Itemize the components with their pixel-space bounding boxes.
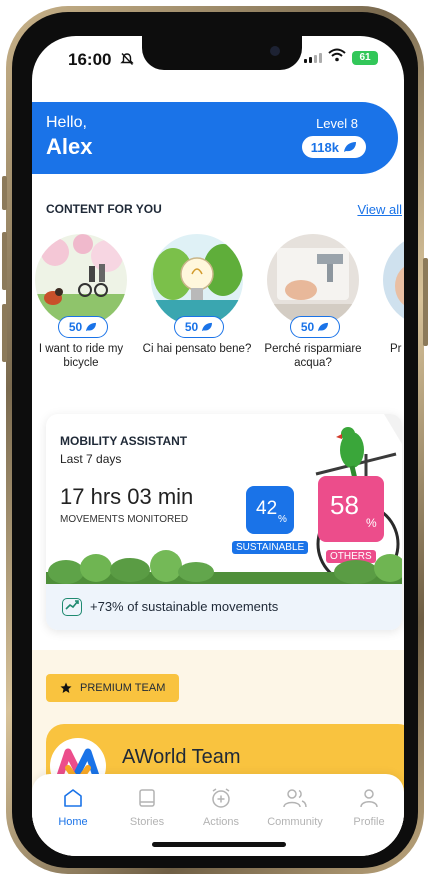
home-icon [36,784,110,812]
view-all-link[interactable]: View all [357,202,402,217]
tab-profile-label: Profile [353,816,385,828]
mobility-period: Last 7 days [60,452,122,466]
tab-stories[interactable]: Stories [110,784,184,828]
content-points-badge: 50 [290,316,340,338]
leaf-icon [344,142,356,152]
content-points-badge: 50 [58,316,108,338]
lightbulb-illustration [151,234,243,326]
trend-up-icon [62,598,82,616]
wifi-icon [328,48,346,67]
points-value: 118k [310,139,339,155]
trend-text: +73% of sustainable movements [90,599,279,614]
tab-stories-label: Stories [129,816,165,828]
side-button-volume-down [2,304,7,362]
content-title: Perché risparmiare acqua? [264,343,362,369]
star-icon [60,682,72,693]
bicycle-illustration [35,234,127,326]
tab-actions-label: Actions [202,816,240,828]
water-tap-illustration [267,234,359,326]
users-icon [258,784,332,812]
mobility-monitored-label: MOVEMENTS MONITORED [60,514,189,525]
signal-icon [304,53,322,63]
greeting-hello: Hello, [46,114,87,131]
user-name: Alex [46,134,93,159]
sustainable-percent-sign: % [278,514,287,525]
content-title: I want to ride my bicycle [38,343,124,369]
premium-team-badge: PREMIUM TEAM [46,674,180,702]
tab-community-label: Community [267,816,323,828]
mobility-trend-bar: +73% of sustainable movements [46,584,402,630]
others-value: 58 [330,490,359,520]
tab-community[interactable]: Community [258,784,332,828]
tab-profile[interactable]: Profile [332,784,404,828]
status-bar: 16:00 61 [32,36,404,94]
content-section-title: CONTENT FOR YOU [46,202,162,216]
mobility-title: MOBILITY ASSISTANT [60,434,188,448]
content-carousel[interactable]: 50 I want to ride my bicycle 50 Ci hai p… [32,234,404,384]
mobility-assistant-card[interactable]: MOBILITY ASSISTANT Last 7 days 17 hrs 03… [46,414,402,630]
others-percent-sign: % [366,516,377,530]
tree-line-illustration [46,550,402,584]
premium-team-label: PREMIUM TEAM [80,682,166,694]
notch [142,36,302,70]
side-button-power [423,258,428,346]
hand-illustration [383,234,404,326]
user-level: Level 8 [316,116,358,131]
leaf-icon [318,322,329,332]
tab-actions[interactable]: Actions [184,784,258,828]
alarm-plus-icon [184,784,258,812]
bell-muted-icon [120,52,134,69]
side-button-volume-up [2,232,7,290]
content-title: Ci hai pensato bene? [142,343,252,355]
sustainable-percent-box: 42 % [246,486,294,534]
team-name: AWorld Team [122,746,241,768]
tab-home[interactable]: Home [36,784,110,828]
battery-indicator: 61 [352,51,378,65]
content-title: Pr cons [390,343,404,355]
content-points: 50 [68,320,83,334]
side-button-silent [2,176,7,210]
points-badge[interactable]: 118k [301,136,366,158]
content-points-badge: 50 [174,316,224,338]
user-icon [332,784,404,812]
app-screen: 16:00 61 Hello, Alex Level 8 118k CONTEN… [32,36,404,856]
tab-home-label: Home [58,816,88,828]
greeting-header: Hello, Alex Level 8 118k [32,102,398,174]
content-points: 50 [184,320,199,334]
status-time: 16:00 [68,50,112,69]
home-indicator[interactable] [152,842,286,847]
content-points: 50 [300,320,315,334]
front-camera [270,46,280,56]
mobility-hours: 17 hrs 03 min [60,484,194,509]
leaf-icon [86,322,97,332]
leaf-icon [202,322,213,332]
others-percent-box: 58 % [318,476,384,542]
book-icon [110,784,184,812]
sustainable-value: 42 [256,498,278,519]
